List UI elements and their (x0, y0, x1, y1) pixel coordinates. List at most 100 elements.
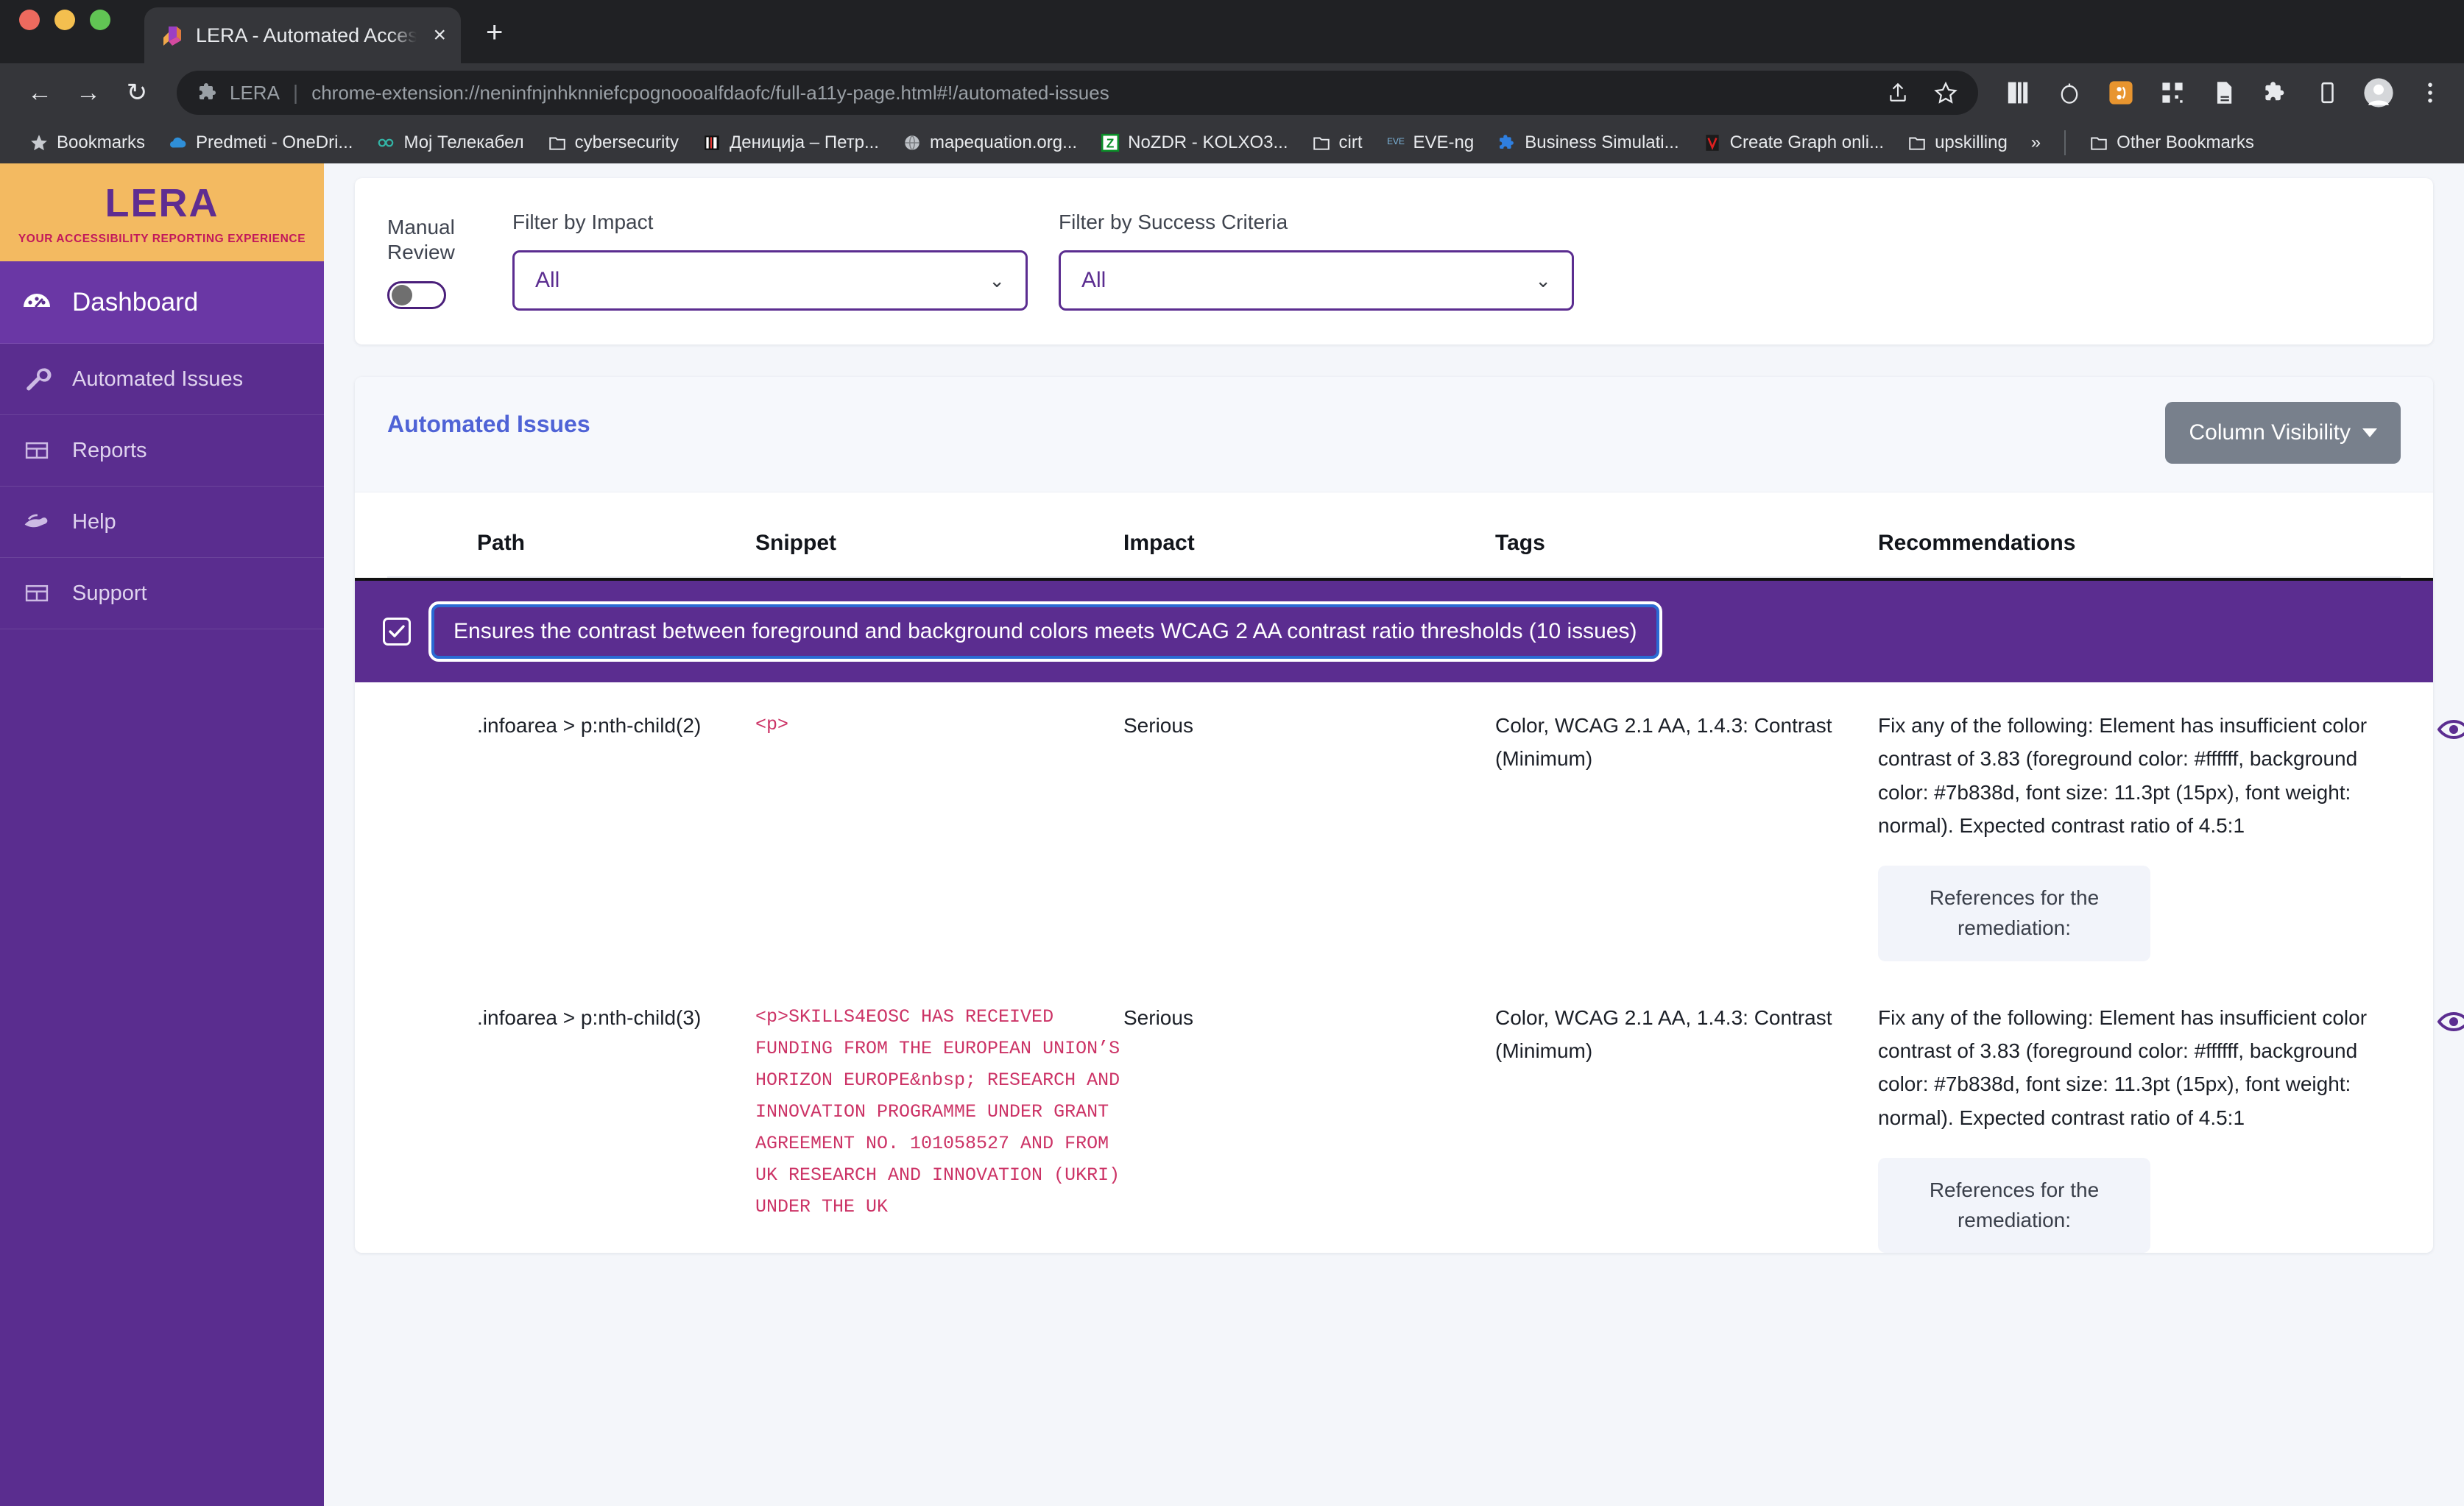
svg-text:EVE: EVE (1387, 136, 1405, 146)
cell-path: .infoarea > p:nth-child(3) (477, 1005, 702, 1029)
bookmark-item[interactable]: Business Simulati... (1486, 132, 1690, 153)
helping-hands-icon (21, 506, 53, 538)
tab-title: LERA - Automated Accessibility (196, 24, 417, 46)
bookmark-label: Bookmarks (57, 132, 146, 152)
url-text[interactable]: chrome-extension://neninfnjnhknniefcpogn… (311, 82, 1871, 105)
page-title: Automated Issues (387, 411, 590, 437)
manual-review-control: Manual Review (387, 211, 512, 310)
page-body: LERA YOUR ACCESSIBILITY REPORTING EXPERI… (0, 163, 2464, 1506)
column-header-path[interactable]: Path (387, 531, 755, 556)
site-icon (702, 133, 721, 152)
table-row: .infoarea > p:nth-child(2) <p> Serious C… (387, 682, 2464, 961)
sidebar-item-help[interactable]: Help (0, 487, 324, 558)
manual-review-toggle[interactable] (387, 281, 446, 310)
globe-icon (903, 133, 922, 152)
folder-icon (1312, 133, 1331, 152)
cell-tags: Color, WCAG 2.1 AA, 1.4.3: Contrast (Min… (1495, 714, 1832, 771)
column-header-impact[interactable]: Impact (1123, 531, 1495, 556)
filter-success-value: All (1081, 268, 1106, 292)
svg-text:Z: Z (1106, 136, 1115, 151)
close-tab-button[interactable]: × (428, 24, 446, 46)
other-bookmarks-button[interactable]: Other Bookmarks (2078, 132, 2266, 153)
bookmark-item[interactable]: Мој Телекабел (364, 132, 535, 153)
reading-list-icon[interactable] (2002, 77, 2034, 109)
sidebar-item-reports[interactable]: Reports (0, 415, 324, 487)
bookmark-label: EVE-ng (1413, 132, 1475, 152)
eye-icon[interactable] (2436, 1004, 2464, 1039)
bookmark-item[interactable]: Bookmarks (18, 132, 157, 153)
chevron-down-icon (2362, 428, 2377, 437)
bookmark-label: Predmeti - OneDri... (196, 132, 353, 152)
group-label[interactable]: Ensures the contrast between foreground … (428, 601, 1662, 662)
folder-icon (1907, 133, 1927, 152)
column-header-recommendations[interactable]: Recommendations (1878, 531, 2401, 556)
bookmarks-divider (2064, 130, 2066, 155)
share-icon[interactable] (1887, 82, 1909, 104)
address-bar[interactable]: LERA | chrome-extension://neninfnjnhknni… (177, 71, 1978, 115)
bookmark-item[interactable]: Predmeti - OneDri... (157, 132, 364, 153)
logo-title: LERA (105, 181, 219, 225)
back-button[interactable]: ← (18, 71, 62, 115)
omnibox-separator: | (292, 81, 299, 104)
references-button[interactable]: References for the remediation: (1878, 866, 2150, 961)
column-visibility-button[interactable]: Column Visibility (2165, 402, 2401, 464)
profile-avatar-icon[interactable] (2362, 77, 2395, 109)
sidebar-item-dashboard[interactable]: Dashboard (0, 261, 324, 344)
onedrive-icon (169, 133, 188, 152)
bookmark-label: Дениција – Петр... (730, 132, 879, 152)
cell-recommendations: Fix any of the following: Element has in… (1878, 1001, 2464, 1254)
lera-extension-icon[interactable] (2105, 77, 2137, 109)
column-header-tags[interactable]: Tags (1495, 531, 1878, 556)
column-header-snippet[interactable]: Snippet (755, 531, 1123, 556)
table-header-row: Path Snippet Impact Tags Recommendations (387, 492, 2401, 578)
bookmark-item[interactable]: Z NoZDR - KOLXO3... (1089, 132, 1299, 153)
document-icon[interactable] (2208, 77, 2240, 109)
filter-impact-select[interactable]: All ⌄ (512, 250, 1028, 311)
qr-code-icon[interactable] (2156, 77, 2189, 109)
v-icon (1703, 133, 1722, 152)
group-checkbox[interactable] (383, 618, 411, 646)
sidebar-item-label: Help (72, 509, 116, 534)
references-button[interactable]: References for the remediation: (1878, 1158, 2150, 1254)
bookmark-item[interactable]: upskilling (1896, 132, 2019, 153)
sidebar: LERA YOUR ACCESSIBILITY REPORTING EXPERI… (0, 163, 324, 1506)
tab-strip: LERA - Automated Accessibility × + (0, 0, 2464, 63)
sidebar-item-automated-issues[interactable]: Automated Issues (0, 344, 324, 415)
eye-icon[interactable] (2436, 712, 2464, 747)
minimize-window-button[interactable] (54, 10, 75, 30)
cell-recommendations: Fix any of the following: Element has in… (1878, 709, 2464, 961)
chrome-menu-icon[interactable] (2414, 77, 2446, 109)
cell-path: .infoarea > p:nth-child(2) (477, 714, 702, 737)
sidebar-item-label: Automated Issues (72, 367, 244, 391)
bookmark-item[interactable]: EVE EVE-ng (1374, 132, 1486, 153)
close-window-button[interactable] (19, 10, 40, 30)
extensions-puzzle-icon[interactable] (2259, 77, 2292, 109)
bookmark-item[interactable]: Дениција – Петр... (691, 132, 891, 153)
folder-icon (548, 133, 567, 152)
new-tab-button[interactable]: + (486, 18, 503, 47)
main-content: Manual Review Filter by Impact All ⌄ Fil… (324, 163, 2464, 1506)
issue-group-row[interactable]: Ensures the contrast between foreground … (355, 578, 2433, 682)
bookmark-item[interactable]: Create Graph onli... (1691, 132, 1896, 153)
forward-button[interactable]: → (66, 71, 110, 115)
sidebar-item-label: Support (72, 581, 147, 605)
reload-button[interactable]: ↻ (115, 71, 159, 115)
bookmark-item[interactable]: cirt (1300, 132, 1374, 153)
sidebar-item-support[interactable]: Support (0, 558, 324, 629)
device-icon[interactable] (2311, 77, 2343, 109)
wrench-icon (21, 363, 53, 395)
bookmark-label: Create Graph onli... (1729, 132, 1885, 152)
timer-icon[interactable] (2053, 77, 2086, 109)
recommendation-text: Fix any of the following: Element has in… (1878, 1005, 2368, 1129)
column-visibility-label: Column Visibility (2189, 420, 2351, 445)
star-icon[interactable] (1934, 81, 1958, 105)
bookmarks-overflow-button[interactable]: » (2019, 132, 2052, 153)
bookmark-item[interactable]: cybersecurity (536, 132, 691, 153)
bookmark-item[interactable]: mapequation.org... (891, 132, 1089, 153)
browser-tab[interactable]: LERA - Automated Accessibility × (144, 7, 461, 63)
maximize-window-button[interactable] (90, 10, 110, 30)
bookmarks-bar: Bookmarks Predmeti - OneDri... Мој Телек… (0, 122, 2464, 163)
filter-success-select[interactable]: All ⌄ (1059, 250, 1574, 311)
sidebar-item-label: Reports (72, 438, 147, 462)
other-bookmarks-label: Other Bookmarks (2117, 132, 2254, 152)
